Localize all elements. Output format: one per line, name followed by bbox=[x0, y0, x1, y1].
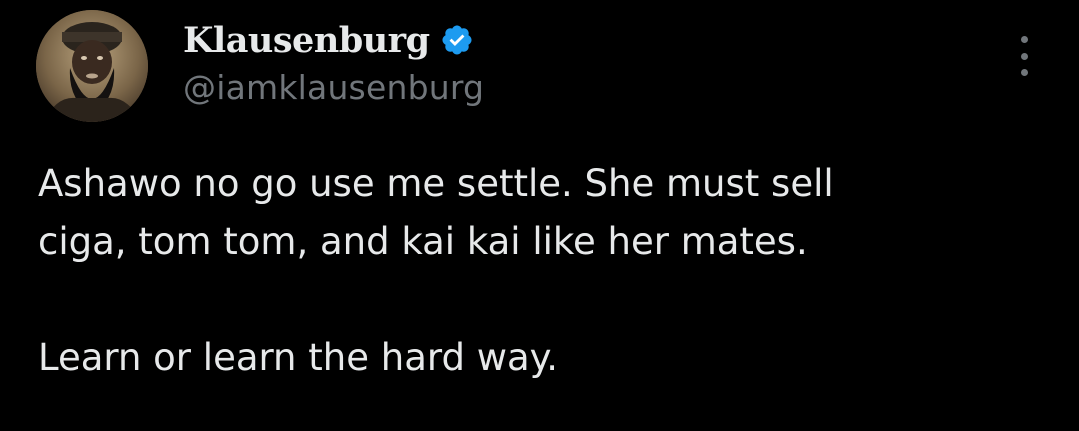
user-handle[interactable]: @iamklausenburg bbox=[183, 68, 484, 107]
more-vertical-icon bbox=[1020, 36, 1028, 43]
tweet-header: Klausenburg @iamklausenburg bbox=[183, 14, 484, 108]
tweet-text-line: Learn or learn the hard way. bbox=[38, 336, 559, 379]
name-row: Klausenburg bbox=[183, 14, 484, 66]
more-vertical-icon-dot bbox=[1020, 69, 1028, 76]
display-name[interactable]: Klausenburg bbox=[183, 20, 430, 61]
tweet-text: Ashawo no go use me settle. She must sel… bbox=[38, 155, 1058, 387]
tweet-text-line: Ashawo no go use me settle. She must sel… bbox=[38, 162, 834, 205]
avatar[interactable] bbox=[36, 10, 148, 122]
verified-badge-icon[interactable] bbox=[440, 23, 474, 57]
tweet-card[interactable]: Klausenburg @iamklausenburg Ashawo no go… bbox=[0, 0, 1079, 431]
avatar-image bbox=[36, 10, 148, 122]
more-vertical-icon-dot bbox=[1020, 52, 1028, 60]
tweet-text-line: ciga, tom tom, and kai kai like her mate… bbox=[38, 220, 808, 263]
more-options-button[interactable] bbox=[1010, 36, 1038, 76]
